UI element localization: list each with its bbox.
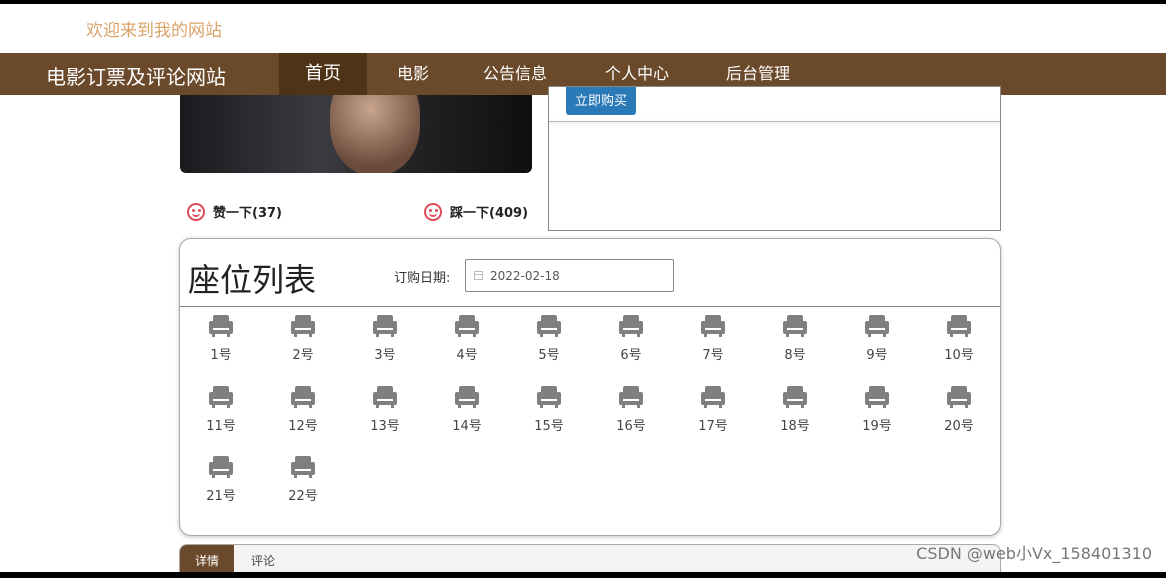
seat-label: 22号 [288,489,318,504]
seat-item[interactable]: 21号 [191,456,251,504]
armchair-icon [209,386,233,408]
seat-label: 5号 [538,348,560,363]
armchair-icon [783,315,807,337]
armchair-icon [947,386,971,408]
armchair-icon [619,386,643,408]
seat-divider [180,306,1000,307]
seat-label: 9号 [866,348,888,363]
info-divider [549,121,1000,122]
seat-label: 19号 [862,419,892,434]
seat-item[interactable]: 4号 [437,315,497,363]
armchair-icon [291,456,315,478]
seat-item[interactable]: 10号 [929,315,989,363]
seat-item[interactable]: 7号 [683,315,743,363]
seat-label: 7号 [702,348,724,363]
seat-label: 14号 [452,419,482,434]
armchair-icon [209,456,233,478]
movie-info-box: 立即购买 [548,86,1001,231]
buy-now-button[interactable]: 立即购买 [566,87,636,115]
nav-movies[interactable]: 电影 [378,53,448,95]
seat-item[interactable]: 5号 [519,315,579,363]
seat-item[interactable]: 1号 [191,315,251,363]
nav-home[interactable]: 首页 [279,53,367,95]
armchair-icon [291,315,315,337]
seat-item[interactable]: 12号 [273,386,333,434]
page: 欢迎来到我的网站 电影订票及评论网站 首页 电影 公告信息 个人中心 后台管理 … [0,4,1166,572]
seat-label: 20号 [944,419,974,434]
detail-tabs: 详情 评论 [179,544,1001,572]
armchair-icon [455,386,479,408]
csdn-watermark: CSDN @web小Vx_158401310 [916,544,1152,563]
order-date-label: 订购日期: [394,271,451,286]
seat-item[interactable]: 3号 [355,315,415,363]
seat-label: 3号 [374,348,396,363]
order-date-input[interactable]: 2022-02-18 [465,259,674,292]
seat-label: 17号 [698,419,728,434]
seat-item[interactable]: 14号 [437,386,497,434]
armchair-icon [947,315,971,337]
seat-item[interactable]: 9号 [847,315,907,363]
poster-actor [330,95,420,173]
tab-details[interactable]: 详情 [180,545,234,572]
armchair-icon [865,315,889,337]
order-date-value: 2022-02-18 [490,268,560,283]
welcome-text: 欢迎来到我的网站 [86,21,222,41]
seat-label: 15号 [534,419,564,434]
seat-label: 6号 [620,348,642,363]
seat-label: 12号 [288,419,318,434]
seat-list-title: 座位列表 [188,261,317,299]
dislike-button[interactable]: 踩一下(409) [424,202,528,221]
armchair-icon [209,315,233,337]
armchair-icon [373,386,397,408]
seat-panel: 座位列表 订购日期: 2022-02-18 1号 2号 3号 4号 5号 6号 7号 8号 9号… [179,238,1001,536]
seat-label: 8号 [784,348,806,363]
seat-label: 2号 [292,348,314,363]
seat-label: 10号 [944,348,974,363]
armchair-icon [373,315,397,337]
seat-item[interactable]: 19号 [847,386,907,434]
armchair-icon [783,386,807,408]
armchair-icon [291,386,315,408]
seat-label: 4号 [456,348,478,363]
smiley-icon [187,202,205,221]
like-button[interactable]: 赞一下(37) [187,202,282,221]
seat-item[interactable]: 18号 [765,386,825,434]
seat-item[interactable]: 6号 [601,315,661,363]
seat-item[interactable]: 17号 [683,386,743,434]
armchair-icon [701,386,725,408]
armchair-icon [701,315,725,337]
seat-item[interactable]: 13号 [355,386,415,434]
armchair-icon [619,315,643,337]
armchair-icon [537,386,561,408]
like-label: 赞一下(37) [213,206,282,221]
seat-label: 1号 [210,348,232,363]
movie-poster [180,95,532,173]
site-brand[interactable]: 电影订票及评论网站 [46,61,226,90]
seat-label: 16号 [616,419,646,434]
seat-item[interactable]: 16号 [601,386,661,434]
seat-item[interactable]: 8号 [765,315,825,363]
armchair-icon [537,315,561,337]
armchair-icon [865,386,889,408]
dislike-label: 踩一下(409) [450,206,529,221]
seat-item[interactable]: 11号 [191,386,251,434]
calendar-icon [474,271,483,280]
seat-item[interactable]: 2号 [273,315,333,363]
tab-comments[interactable]: 评论 [240,545,286,572]
seat-label: 18号 [780,419,810,434]
seat-item[interactable]: 15号 [519,386,579,434]
seat-label: 11号 [206,419,236,434]
seat-label: 13号 [370,419,400,434]
seat-item[interactable]: 20号 [929,386,989,434]
armchair-icon [455,315,479,337]
smiley-icon [424,202,442,221]
seat-label: 21号 [206,489,236,504]
seat-item[interactable]: 22号 [273,456,333,504]
